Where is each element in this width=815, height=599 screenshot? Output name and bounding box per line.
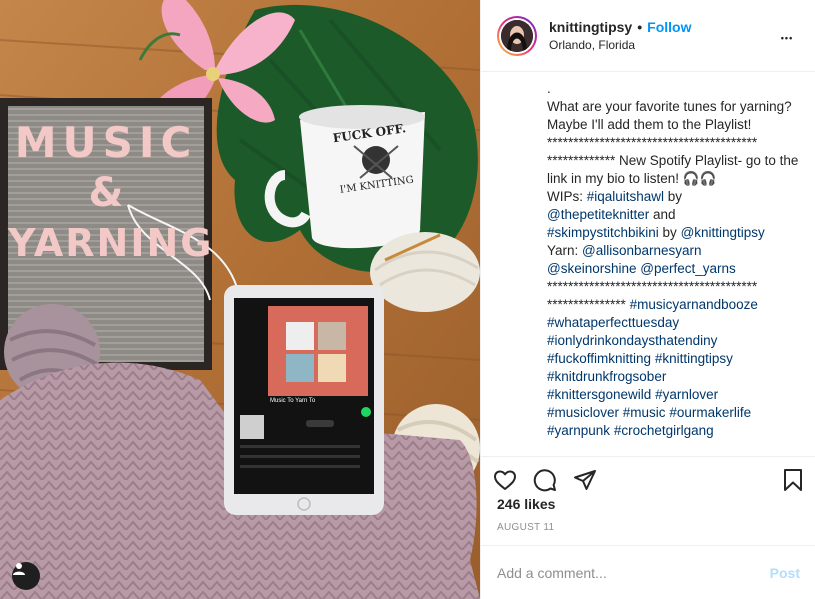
caption-line: #knittersgonewild #yarnlover — [547, 386, 799, 404]
caption-line: @thepetiteknitter and — [547, 206, 799, 224]
likes-count[interactable]: 246 likes — [497, 496, 555, 512]
caption-line: . — [547, 80, 799, 98]
post-comment-button[interactable]: Post — [770, 565, 800, 581]
mention-link[interactable]: @knittingtipsy — [681, 225, 765, 240]
caption-line: **************************************** — [547, 278, 799, 296]
hashtag-link[interactable]: #skimpystitchbikini — [547, 225, 659, 240]
mention-link[interactable]: @allisonbarnesyarn — [582, 243, 702, 258]
hashtag-link[interactable]: #fuckoffimknitting — [547, 351, 651, 366]
post-photo[interactable]: MUSIC & YARNING FUCK OFF. I'M KNITTING M… — [0, 0, 480, 599]
action-bar — [481, 456, 815, 496]
bookmark-icon — [784, 468, 802, 491]
mug-text: FUCK OFF. I'M KNITTING — [324, 120, 422, 197]
user-icon — [13, 563, 25, 575]
caption-text: ************* New Spotify Playlist- go t… — [547, 153, 803, 186]
caption-text: WIPs: — [547, 189, 587, 204]
hashtag-link[interactable]: #yarnlover — [655, 387, 718, 402]
caption-line: Yarn: @allisonbarnesyarn — [547, 242, 799, 260]
avatar-image — [501, 19, 533, 52]
caption-line: #ionlydrinkondaysthatendiny — [547, 332, 799, 350]
letterboard-line-2: & — [88, 170, 124, 216]
follow-button[interactable]: Follow — [647, 18, 691, 36]
hashtag-link[interactable]: #iqaluitshawl — [587, 189, 664, 204]
caption-line: WIPs: #iqaluitshawl by — [547, 188, 799, 206]
share-button[interactable] — [573, 462, 613, 498]
comment-button[interactable] — [533, 462, 573, 498]
caption-line: @skeinorshine @perfect_yarns — [547, 260, 799, 278]
more-icon: ••• — [780, 33, 794, 43]
hashtag-link[interactable]: #ionlydrinkondaysthatendiny — [547, 333, 717, 348]
hashtag-link[interactable]: #musiclover — [547, 405, 619, 420]
caption-text: . — [547, 81, 551, 96]
caption-text: What are your favorite tunes for yarning… — [547, 99, 796, 132]
hashtag-link[interactable]: #musicyarnandbooze — [630, 297, 758, 312]
caption: . What are your favorite tunes for yarnin… — [481, 72, 815, 448]
caption-text: by — [658, 225, 681, 240]
hashtag-link[interactable]: #knittingtipsy — [655, 351, 733, 366]
caption-line: ************* New Spotify Playlist- go t… — [547, 152, 799, 188]
hashtag-link[interactable]: #yarnpunk — [547, 423, 610, 438]
hashtag-link[interactable]: #ourmakerlife — [669, 405, 751, 420]
mention-link[interactable]: @thepetiteknitter — [547, 207, 649, 222]
caption-text: *************** — [547, 297, 630, 312]
photo-illustration — [0, 0, 480, 599]
caption-line: **************************************** — [547, 134, 799, 152]
caption-text: by — [664, 189, 683, 204]
caption-line: What are your favorite tunes for yarning… — [547, 98, 799, 134]
letterboard-line-1: MUSIC — [14, 118, 198, 167]
like-button[interactable] — [493, 462, 533, 498]
comment-input[interactable] — [497, 564, 770, 581]
caption-text: Yarn: — [547, 243, 583, 258]
user-tag-button[interactable] — [12, 562, 40, 590]
separator-dot: • — [637, 18, 643, 35]
hashtag-link[interactable]: #knittersgonewild — [547, 387, 651, 402]
caption-line: #yarnpunk #crochetgirlgang — [547, 422, 799, 440]
tablet-playlist-title: Music To Yarn To — [270, 398, 316, 404]
paper-plane-icon — [574, 469, 596, 490]
mention-link[interactable]: @skeinorshine — [547, 261, 637, 276]
more-options-button[interactable]: ••• — [775, 25, 799, 46]
post-date[interactable]: AUGUST 11 — [497, 522, 554, 533]
comment-icon — [533, 468, 556, 491]
story-ring[interactable] — [497, 15, 537, 56]
caption-text: and — [649, 207, 676, 222]
avatar[interactable] — [501, 19, 533, 52]
caption-line: #fuckoffimknitting #knittingtipsy — [547, 350, 799, 368]
caption-line: #knitdrunkfrogsober — [547, 368, 799, 386]
location-link[interactable]: Orlando, Florida — [549, 36, 775, 54]
letterboard-line-3: YARNING — [8, 221, 214, 265]
hashtag-link[interactable]: #music — [623, 405, 666, 420]
heart-icon — [494, 470, 516, 490]
caption-line: *************** #musicyarnandbooze — [547, 296, 799, 314]
hashtag-link[interactable]: #crochetgirlgang — [614, 423, 714, 438]
caption-text: **************************************** — [547, 135, 758, 150]
hashtag-link[interactable]: #knitdrunkfrogsober — [547, 369, 666, 384]
comment-bar: Post — [481, 545, 815, 599]
username-link[interactable]: knittingtipsy — [549, 18, 632, 36]
caption-line: #musiclover #music #ourmakerlife — [547, 404, 799, 422]
save-button[interactable] — [774, 462, 804, 498]
caption-line: #skimpystitchbikini by @knittingtipsy — [547, 224, 799, 242]
post-header: knittingtipsy • Follow Orlando, Florida … — [481, 0, 815, 72]
caption-text: **************************************** — [547, 279, 758, 294]
mention-link[interactable]: @perfect_yarns — [640, 261, 736, 276]
crochet-piece — [370, 232, 480, 312]
author-info: knittingtipsy • Follow Orlando, Florida — [549, 18, 775, 54]
post-sidebar: knittingtipsy • Follow Orlando, Florida … — [480, 0, 815, 599]
letterboard-text: MUSIC & YARNING — [8, 118, 214, 268]
caption-line: #whataperfecttuesday — [547, 314, 799, 332]
hashtag-link[interactable]: #whataperfecttuesday — [547, 315, 679, 330]
